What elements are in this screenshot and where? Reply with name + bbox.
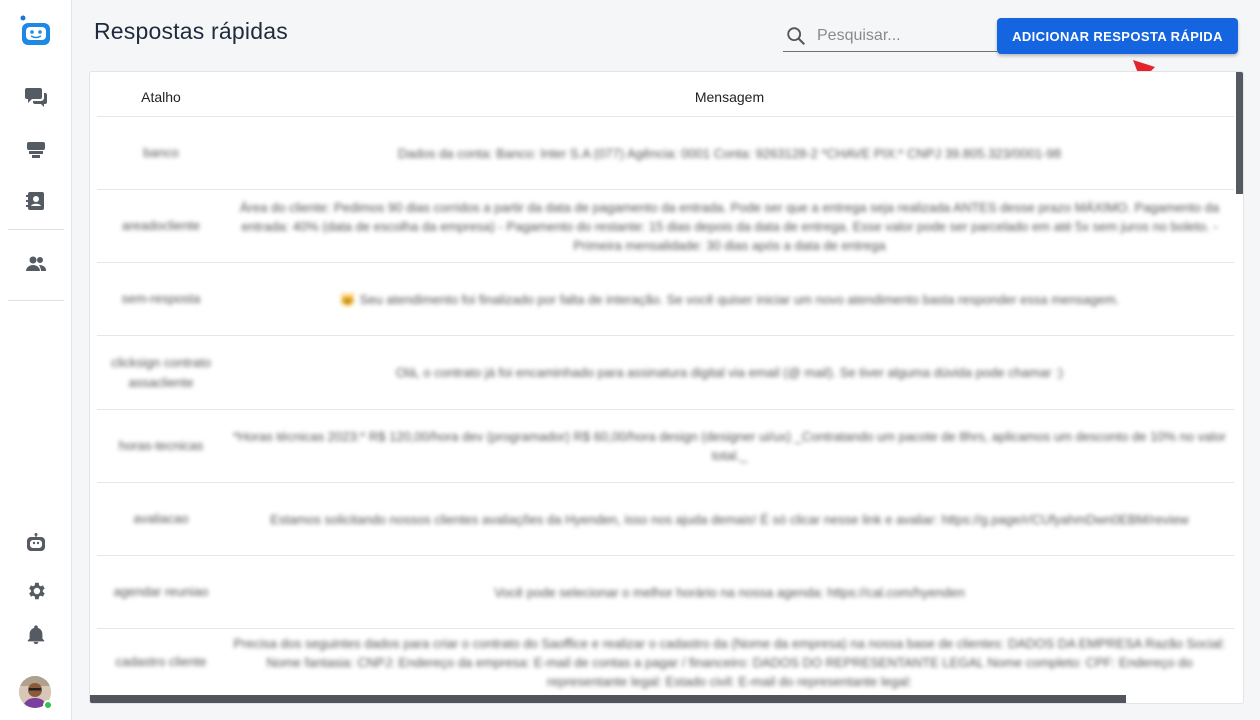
table-row[interactable]: agendar reuniao Você pode selecionar o m… (97, 556, 1234, 629)
notifications-icon[interactable] (18, 617, 54, 653)
row-message: 🐱 Seu atendimento foi finalizado por fal… (339, 291, 1120, 307)
row-message: Dados da conta: Banco: Inter S.A (077) A… (397, 145, 1062, 161)
table-row[interactable]: banco Dados da conta: Banco: Inter S.A (… (97, 117, 1234, 190)
table-row[interactable]: cadastro cliente Precisa dos seguintes d… (97, 629, 1234, 695)
table-row[interactable]: sem-resposta 🐱 Seu atendimento foi final… (97, 263, 1234, 336)
table-header: Atalho Mensagem (97, 72, 1234, 117)
column-header-shortcut[interactable]: Atalho (97, 72, 225, 117)
page-title: Respostas rápidas (94, 18, 288, 44)
table-row[interactable]: avaliacao Estamos solicitando nossos cli… (97, 483, 1234, 556)
row-shortcut: banco (143, 145, 179, 160)
row-shortcut: areadocliente (121, 218, 201, 233)
sidebar-divider (8, 229, 64, 230)
team-icon[interactable] (18, 246, 54, 282)
online-status-dot (43, 700, 53, 710)
row-message: Precisa dos seguintes dados para criar o… (233, 635, 1226, 689)
row-shortcut: avaliacao (133, 511, 189, 526)
row-shortcut: cadastro cliente (115, 654, 207, 669)
search-input[interactable] (817, 26, 987, 45)
row-shortcut: horas-tecnicas (118, 438, 204, 453)
row-shortcut: sem-resposta (121, 291, 201, 306)
table-row[interactable]: horas-tecnicas *Horas técnicas 2023:* R$… (97, 410, 1234, 483)
bot-logo-icon[interactable] (18, 14, 54, 50)
bot-icon[interactable] (18, 525, 54, 561)
inbox-icon[interactable] (18, 132, 54, 168)
chat-icon[interactable] (18, 79, 54, 115)
quick-replies-table: Atalho Mensagem banco Dados da conta: Ba… (89, 71, 1244, 704)
table-row[interactable]: areadocliente Área do cliente: Pedimos 9… (97, 190, 1234, 263)
row-shortcut: agendar reuniao (113, 584, 209, 599)
sidebar (0, 0, 72, 720)
vertical-scrollbar[interactable] (1236, 72, 1243, 194)
row-message: *Horas técnicas 2023:* R$ 120,00/hora de… (233, 429, 1226, 463)
add-quick-reply-button[interactable]: ADICIONAR RESPOSTA RÁPIDA (997, 18, 1238, 54)
sidebar-divider (8, 300, 64, 301)
search-icon (787, 26, 805, 45)
column-header-message[interactable]: Mensagem (225, 72, 1234, 117)
row-message: Você pode selecionar o melhor horário na… (494, 584, 965, 600)
row-message: Estamos solicitando nossos clientes aval… (270, 511, 1189, 527)
row-message: Área do cliente: Pedimos 90 dias corrido… (239, 199, 1220, 253)
horizontal-scrollbar[interactable] (90, 695, 1126, 703)
search-bar (783, 20, 997, 52)
contacts-icon[interactable] (18, 183, 54, 219)
row-shortcut: clicksign contrato assaclientе (111, 354, 211, 390)
settings-icon[interactable] (18, 573, 54, 609)
table-row[interactable]: clicksign contrato assaclientе Olá, o co… (97, 336, 1234, 410)
row-message: Olá, o contrato já foi encaminhado para … (395, 365, 1064, 380)
